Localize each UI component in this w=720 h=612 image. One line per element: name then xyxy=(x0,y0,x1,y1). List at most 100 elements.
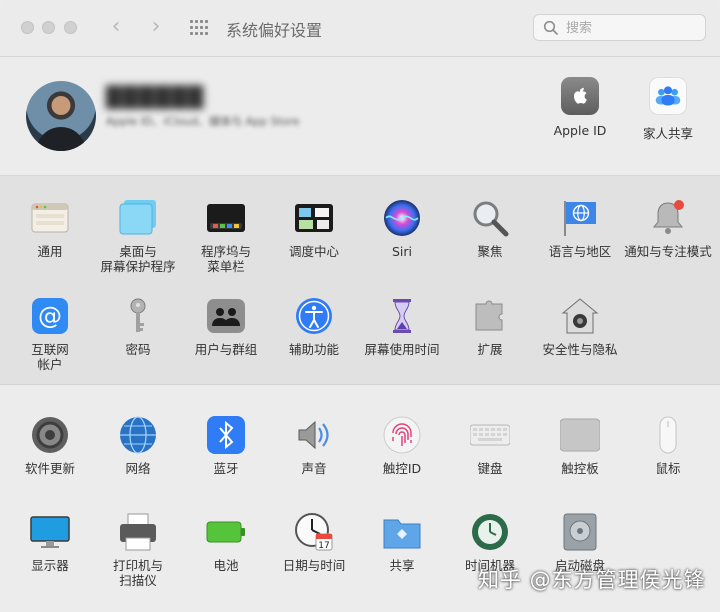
pane-spotlight[interactable]: 聚焦 xyxy=(446,198,534,259)
pane-label: 网络 xyxy=(125,461,151,476)
pane-trackpad[interactable]: 触控板 xyxy=(536,415,624,476)
pane-label: 安全性与隐私 xyxy=(542,342,618,357)
pane-security-privacy[interactable]: 安全性与隐私 xyxy=(536,296,624,357)
pane-touch-id[interactable]: 触控ID xyxy=(358,415,446,476)
pane-label: 辅助功能 xyxy=(288,342,339,357)
watermark-text: 知乎 @东方管理侯光锋 xyxy=(478,568,706,592)
user-avatar[interactable] xyxy=(26,81,96,151)
extensions-icon xyxy=(470,296,510,336)
toolbar: ‹ › 系统偏好设置 xyxy=(0,0,720,57)
screen-time-icon xyxy=(382,296,422,336)
pane-label: 扩展 xyxy=(477,342,503,357)
pane-keyboard[interactable]: 键盘 xyxy=(446,415,534,476)
pane-date-time[interactable]: 17 日期与时间 xyxy=(270,512,358,573)
account-section: ██████ Apple ID、iCloud、媒体与 App Store App… xyxy=(0,57,720,176)
svg-text:@: @ xyxy=(38,302,62,330)
pane-sound[interactable]: 声音 xyxy=(270,415,358,476)
pane-label: 用户与群组 xyxy=(194,342,258,357)
calendar-day: 17 xyxy=(318,541,329,551)
search-field[interactable] xyxy=(533,14,706,41)
apple-logo-icon xyxy=(561,77,599,115)
network-icon xyxy=(118,415,158,455)
security-privacy-icon xyxy=(560,296,600,336)
apple-id-pane[interactable]: Apple ID xyxy=(542,77,618,138)
search-input[interactable] xyxy=(564,18,703,39)
pane-label: 互联网 帐户 xyxy=(31,342,69,372)
mission-control-icon xyxy=(294,198,334,238)
pane-accessibility[interactable]: 辅助功能 xyxy=(270,296,358,357)
time-machine-icon xyxy=(470,512,510,552)
pane-notifications[interactable]: 通知与专注模式 xyxy=(624,198,712,259)
trackpad-icon xyxy=(559,415,601,455)
pane-label: 显示器 xyxy=(31,558,69,573)
bluetooth-icon xyxy=(206,415,246,455)
pane-bluetooth[interactable]: 蓝牙 xyxy=(182,415,270,476)
startup-disk-icon xyxy=(560,512,600,552)
pane-label: 共享 xyxy=(389,558,415,573)
pane-mouse[interactable]: 鼠标 xyxy=(624,415,712,476)
pane-label: 屏幕使用时间 xyxy=(364,342,440,357)
zoom-window-button[interactable] xyxy=(64,21,77,34)
back-button[interactable]: ‹ xyxy=(106,15,126,39)
pane-screen-time[interactable]: 屏幕使用时间 xyxy=(358,296,446,357)
pane-siri[interactable]: Siri xyxy=(358,198,446,259)
pane-mission-control[interactable]: 调度中心 xyxy=(270,198,358,259)
pane-label: 日期与时间 xyxy=(282,558,346,573)
pane-label: 通用 xyxy=(37,244,63,259)
pane-desktop-screensaver[interactable]: 桌面与 屏幕保护程序 xyxy=(94,198,182,274)
minimize-window-button[interactable] xyxy=(42,21,55,34)
system-preferences-window: ‹ › 系统偏好设置 ██████ Apple ID、iCloud、媒体与 Ap… xyxy=(0,0,720,612)
pane-label: 程序坞与 菜单栏 xyxy=(200,244,251,274)
pane-label: 打印机与 扫描仪 xyxy=(112,558,163,588)
pane-label: 鼠标 xyxy=(655,461,681,476)
pane-label: 触控ID xyxy=(382,461,422,476)
pane-label: 声音 xyxy=(301,461,327,476)
desktop-screensaver-icon xyxy=(118,198,158,238)
users-groups-icon xyxy=(206,296,246,336)
user-name: ██████ xyxy=(106,85,205,109)
date-time-icon: 17 xyxy=(294,512,334,552)
pane-label: 蓝牙 xyxy=(213,461,239,476)
pane-label: 密码 xyxy=(125,342,151,357)
pane-language-region[interactable]: 语言与地区 xyxy=(536,198,624,259)
pane-internet-accounts[interactable]: @ 互联网 帐户 xyxy=(6,296,94,372)
family-sharing-pane[interactable]: 家人共享 xyxy=(630,77,706,142)
pane-extensions[interactable]: 扩展 xyxy=(446,296,534,357)
pane-label: Siri xyxy=(391,244,413,259)
forward-button[interactable]: › xyxy=(146,15,166,39)
pane-sharing[interactable]: 共享 xyxy=(358,512,446,573)
close-window-button[interactable] xyxy=(21,21,34,34)
user-subtitle: Apple ID、iCloud、媒体与 App Store xyxy=(106,115,300,128)
family-sharing-icon xyxy=(649,77,687,115)
spotlight-icon xyxy=(470,198,510,238)
printers-scanners-icon xyxy=(118,512,158,552)
pane-dock-menubar[interactable]: 程序坞与 菜单栏 xyxy=(182,198,270,274)
sound-icon xyxy=(294,415,334,455)
general-icon xyxy=(30,198,70,238)
pane-label: 聚焦 xyxy=(477,244,503,259)
notifications-icon xyxy=(648,198,688,238)
pane-label: 桌面与 屏幕保护程序 xyxy=(100,244,176,274)
pane-label: 通知与专注模式 xyxy=(624,244,712,259)
dock-menubar-icon xyxy=(206,198,246,238)
passwords-icon xyxy=(118,296,158,336)
pane-printers-scanners[interactable]: 打印机与 扫描仪 xyxy=(94,512,182,588)
pane-label: 触控板 xyxy=(561,461,599,476)
touch-id-icon xyxy=(382,415,422,455)
pane-network[interactable]: 网络 xyxy=(94,415,182,476)
sharing-icon xyxy=(382,512,422,552)
pane-label: 调度中心 xyxy=(288,244,339,259)
pane-users-groups[interactable]: 用户与群组 xyxy=(182,296,270,357)
pane-label: 语言与地区 xyxy=(548,244,612,259)
battery-icon xyxy=(206,512,246,552)
window-title: 系统偏好设置 xyxy=(226,21,323,40)
pane-software-update[interactable]: 软件更新 xyxy=(6,415,94,476)
preferences-section-primary: 通用 桌面与 屏幕保护程序 程序坞与 菜单栏 调度中心 Siri 聚焦 语言与地… xyxy=(0,176,720,385)
pane-label: 软件更新 xyxy=(24,461,75,476)
pane-passwords[interactable]: 密码 xyxy=(94,296,182,357)
pane-general[interactable]: 通用 xyxy=(6,198,94,259)
pane-label: 电池 xyxy=(213,558,239,573)
pane-battery[interactable]: 电池 xyxy=(182,512,270,573)
show-all-grid-icon[interactable] xyxy=(190,20,208,36)
pane-displays[interactable]: 显示器 xyxy=(6,512,94,573)
